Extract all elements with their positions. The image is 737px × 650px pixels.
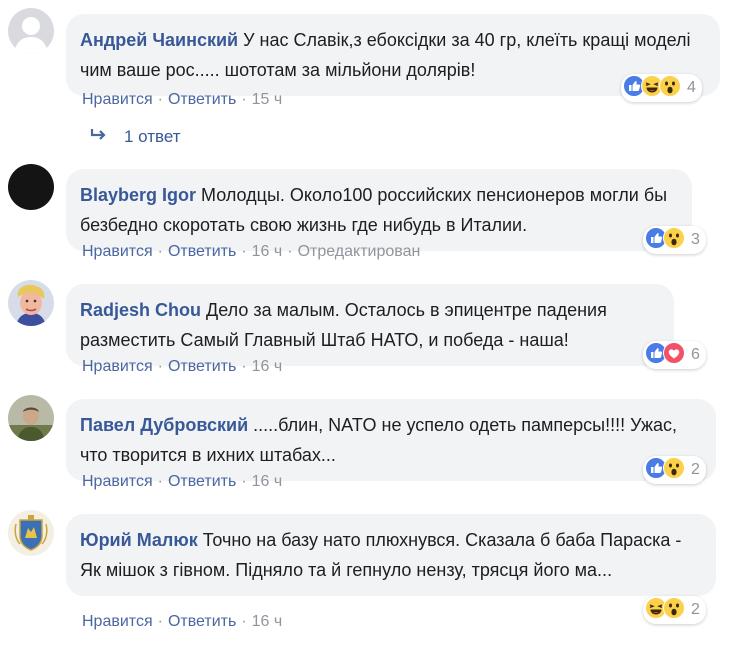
reply-link[interactable]: Ответить [168, 358, 236, 375]
reaction-count: 2 [691, 461, 700, 478]
like-link[interactable]: Нравится [82, 613, 153, 630]
reaction-count: 2 [691, 601, 700, 618]
reply-arrow-icon [90, 127, 108, 147]
reactions-summary[interactable]: 6 [643, 341, 706, 369]
comment-time[interactable]: 16 ч [252, 358, 283, 375]
like-link[interactable]: Нравится [82, 91, 153, 108]
comment-author[interactable]: Radjesh Chou [80, 300, 201, 320]
comment-actions: Нравится · Ответить · 16 ч · Отредактирован [82, 243, 421, 260]
avatar[interactable] [8, 164, 54, 210]
comment-author[interactable]: Павел Дубровский [80, 415, 248, 435]
replies-count[interactable]: 1 ответ [124, 127, 181, 147]
reactions-summary[interactable]: 4 [621, 74, 702, 102]
avatar-default[interactable] [8, 8, 54, 54]
comment-bubble: Radjesh Chou Дело за малым. Осталось в эп… [66, 284, 674, 366]
like-link[interactable]: Нравится [82, 243, 153, 260]
wow-icon [659, 74, 681, 102]
reaction-count: 6 [691, 346, 700, 363]
wow-icon [663, 226, 685, 254]
like-link[interactable]: Нравится [82, 473, 153, 490]
comment-time[interactable]: 16 ч [252, 243, 283, 260]
comment-author[interactable]: Blayberg Igor [80, 185, 196, 205]
comment-time[interactable]: 15 ч [252, 91, 283, 108]
comment-bubble: Павел Дубровский .....блин, NATO не успел… [66, 399, 716, 481]
wow-icon [663, 456, 685, 484]
comment-actions: Нравится · Ответить · 15 ч [82, 91, 283, 108]
reply-link[interactable]: Ответить [168, 613, 236, 630]
like-link[interactable]: Нравится [82, 358, 153, 375]
reply-link[interactable]: Ответить [168, 473, 236, 490]
comment-author[interactable]: Андрей Чаинский [80, 30, 238, 50]
comment-actions: Нравится · Ответить · 16 ч [82, 473, 283, 490]
reply-link[interactable]: Ответить [168, 91, 236, 108]
wow-icon [663, 596, 685, 624]
avatar-coat-of-arms[interactable] [8, 510, 54, 556]
comment-bubble: Blayberg Igor Молодцы. Около100 российски… [66, 169, 692, 251]
comment-author[interactable]: Юрий Малюк [80, 530, 198, 550]
comment-actions: Нравится · Ответить · 16 ч [82, 358, 283, 375]
comment-bubble: Юрий Малюк Точно на базу нато плюхнувся. … [66, 514, 716, 596]
avatar[interactable] [8, 395, 54, 441]
reply-link[interactable]: Ответить [168, 243, 236, 260]
reaction-count: 3 [691, 231, 700, 248]
avatar[interactable] [8, 280, 54, 326]
reactions-summary[interactable]: 3 [643, 226, 706, 254]
view-replies[interactable]: 1 ответ [90, 127, 181, 147]
reaction-count: 4 [687, 79, 696, 96]
comment-time[interactable]: 16 ч [252, 613, 283, 630]
comment-time[interactable]: 16 ч [252, 473, 283, 490]
edited-label[interactable]: Отредактирован [298, 243, 421, 260]
love-icon [663, 341, 685, 369]
reactions-summary[interactable]: 2 [643, 456, 706, 484]
reactions-summary[interactable]: 2 [643, 596, 706, 624]
comment-actions: Нравится · Ответить · 16 ч [82, 613, 283, 630]
